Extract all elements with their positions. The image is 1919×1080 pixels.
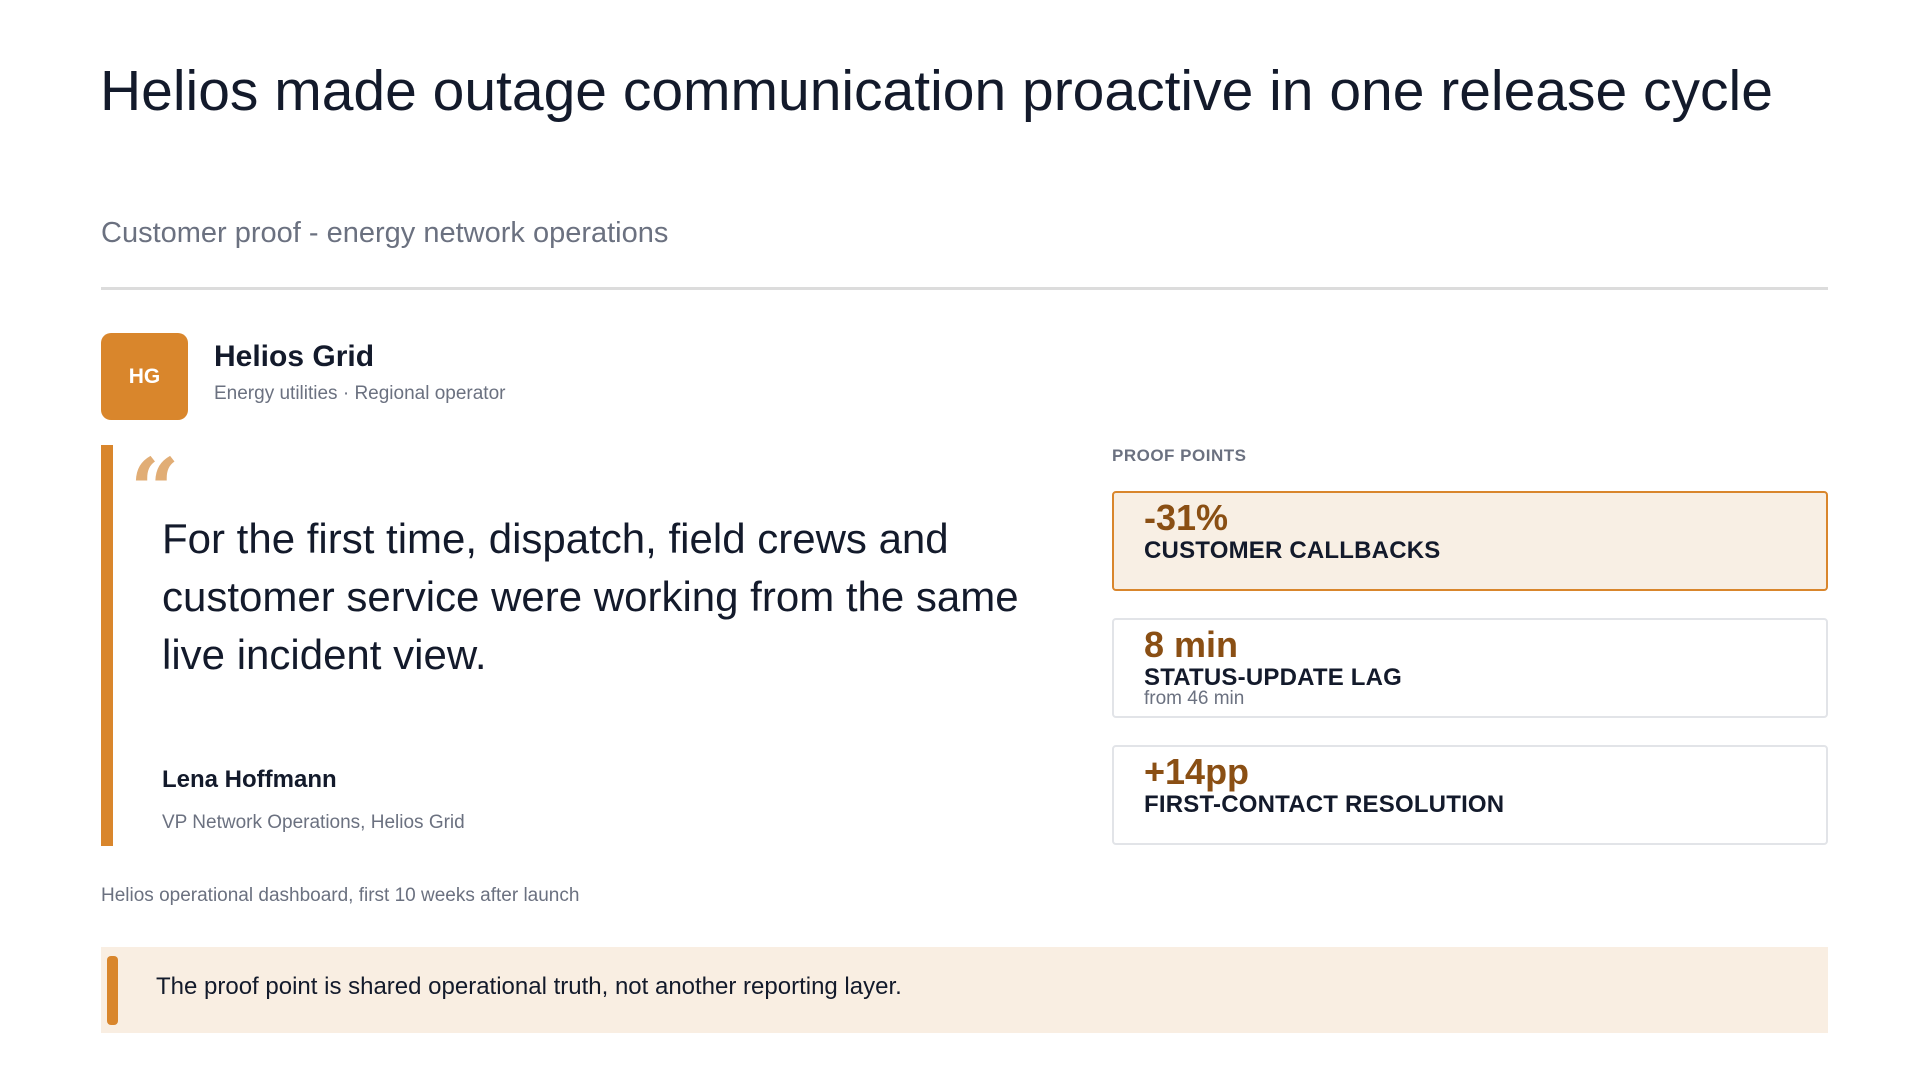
proof-card-status-lag: 8 min STATUS-UPDATE LAG from 46 min	[1112, 618, 1828, 718]
source-note: Helios operational dashboard, first 10 w…	[101, 885, 580, 906]
quote-author-role: VP Network Operations, Helios Grid	[162, 812, 465, 833]
company-logo-initials: HG	[128, 364, 161, 388]
callout-text: The proof point is shared operational tr…	[156, 973, 902, 1000]
company-logo: HG	[101, 333, 188, 420]
company-name: Helios Grid	[214, 340, 375, 373]
proof-value: -31%	[1144, 497, 1229, 538]
page-title: Helios made outage communication proacti…	[100, 59, 1773, 123]
slide: Helios made outage communication proacti…	[0, 0, 1919, 1080]
proof-card-first-contact: +14pp FIRST-CONTACT RESOLUTION	[1112, 745, 1828, 845]
proof-label: FIRST-CONTACT RESOLUTION	[1144, 791, 1505, 818]
quote-accent-bar	[101, 445, 113, 846]
divider	[101, 287, 1828, 290]
takeaway-callout: The proof point is shared operational tr…	[101, 947, 1828, 1033]
testimonial-quote: For the first time, dispatch, field crew…	[162, 515, 1019, 678]
proof-card-callbacks: -31% CUSTOMER CALLBACKS	[1112, 491, 1828, 591]
quote-author-name: Lena Hoffmann	[162, 766, 337, 793]
callout-accent-bar	[107, 956, 118, 1025]
proof-points-heading: PROOF POINTS	[1112, 446, 1247, 465]
proof-value: +14pp	[1144, 751, 1250, 792]
proof-value: 8 min	[1144, 624, 1239, 665]
proof-baseline: from 46 min	[1144, 688, 1245, 709]
proof-label: CUSTOMER CALLBACKS	[1144, 537, 1441, 564]
company-meta: Energy utilities · Regional operator	[214, 383, 506, 404]
page-subtitle: Customer proof - energy network operatio…	[101, 217, 669, 249]
